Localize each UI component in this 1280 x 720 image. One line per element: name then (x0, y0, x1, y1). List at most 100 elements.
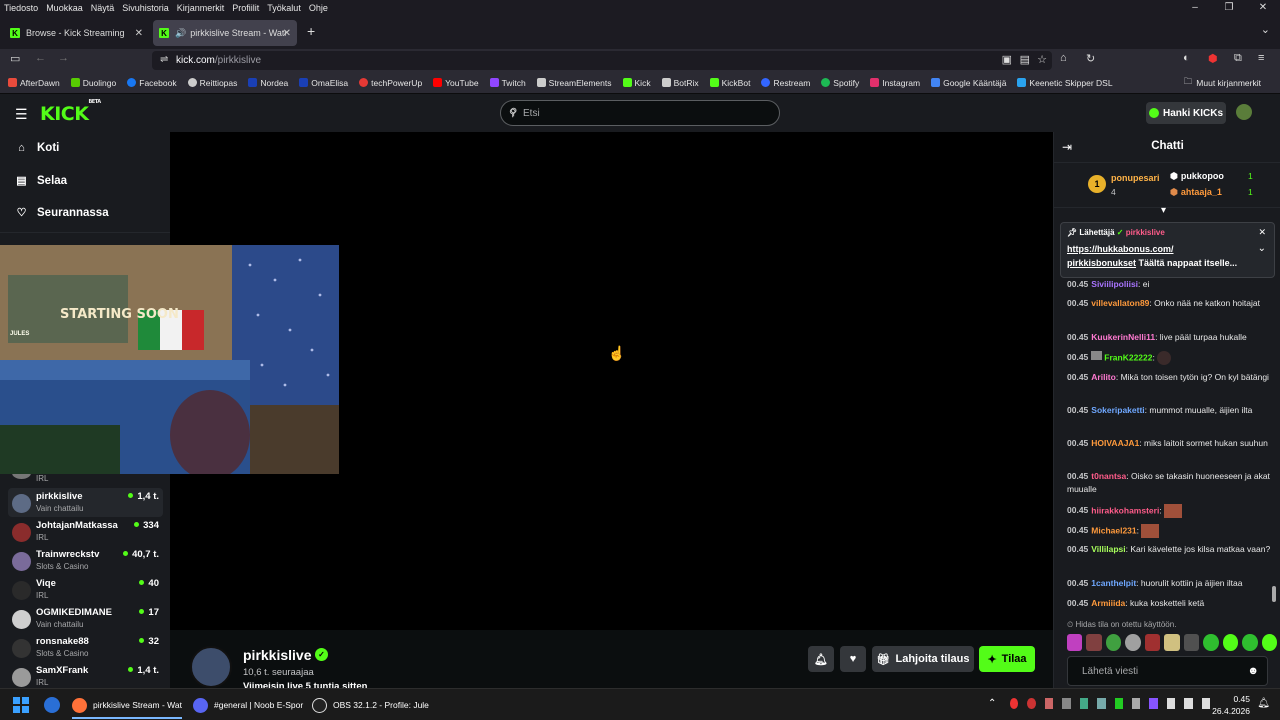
home-button-icon[interactable]: ⌂ (1060, 52, 1067, 64)
bookmark-item[interactable]: Instagram (870, 78, 920, 88)
leader-name[interactable]: ⬢ pukkopoo (1170, 171, 1224, 182)
bookmark-item[interactable]: AfterDawn (8, 78, 60, 88)
new-tab-icon[interactable]: + (307, 23, 315, 39)
bookmark-item[interactable]: Nordea (248, 78, 288, 88)
channel-name[interactable]: pirkkislive (243, 647, 312, 663)
bookmark-item[interactable]: StreamElements (536, 78, 612, 88)
channel-item[interactable]: SamXFrank IRL 1,4 t. (8, 662, 163, 688)
menu-item[interactable]: Ohje (309, 3, 328, 13)
tray-icon[interactable] (1079, 698, 1089, 709)
network-icon[interactable] (1166, 698, 1176, 709)
notifications-icon[interactable]: 🔔︎ (1257, 698, 1270, 709)
nav-following[interactable]: ♡ Seurannassa (15, 206, 109, 220)
emote-icon[interactable] (1144, 634, 1161, 651)
tray-icon[interactable] (1010, 698, 1019, 709)
reload-icon[interactable]: ↻ (1086, 52, 1095, 65)
chat-input[interactable]: Lähetä viesti ☻ (1067, 656, 1268, 686)
close-window-icon[interactable]: ✕ (1246, 0, 1280, 15)
channel-item-pirkkislive[interactable]: pirkkislive Vain chattailu 1,4 t. (8, 488, 163, 517)
emote-icon[interactable] (1067, 634, 1083, 651)
pinned-link[interactable]: https://hukkabonus.com/ (1067, 244, 1174, 254)
emoji-picker-icon[interactable]: ☻ (1247, 665, 1259, 677)
nav-browse[interactable]: ▤ Selaa (15, 174, 67, 188)
menu-item[interactable]: Kirjanmerkit (177, 3, 225, 13)
tray-icon[interactable] (1114, 698, 1123, 709)
channel-item[interactable]: Viqe IRL 40 (8, 575, 163, 604)
emote-icon[interactable] (1183, 634, 1200, 651)
speaker-icon[interactable]: 🔊 (175, 28, 186, 39)
menu-item[interactable]: Profiilit (232, 3, 259, 13)
leader-name[interactable]: ⬢ ahtaaja_1 (1170, 187, 1222, 198)
extensions-icon[interactable]: ⧉ (1234, 52, 1242, 65)
bookmark-item[interactable]: YouTube (433, 78, 479, 88)
notification-button[interactable]: 🔔︎ (808, 646, 834, 672)
expand-leaderboard-icon[interactable]: ▾ (1161, 205, 1166, 216)
tray-icon[interactable] (1149, 698, 1158, 709)
channel-item[interactable]: JohtajanMatkassa IRL 334 (8, 517, 163, 546)
battery-icon[interactable] (1201, 698, 1211, 709)
tray-icon[interactable] (1131, 698, 1141, 709)
app-menu-icon[interactable]: ≡ (1258, 52, 1264, 64)
site-info-icon[interactable]: ⇌ (160, 54, 168, 65)
nav-home[interactable]: ⌂ Koti (15, 142, 59, 154)
minimize-icon[interactable]: – (1178, 0, 1212, 15)
channel-item[interactable]: Trainwreckstv Slots & Casino 40,7 t. (8, 546, 163, 575)
bookmark-item[interactable]: OmaElisa (299, 78, 348, 88)
bookmark-item[interactable]: Twitch (489, 78, 526, 88)
picture-icon[interactable]: ▣ (1002, 53, 1012, 66)
url-bar[interactable]: ⇌ kick.com/pirkkislive ▣ ▤ ☆ (152, 51, 1052, 70)
emote-icon[interactable] (1105, 634, 1122, 651)
chat-scrollbar[interactable] (1272, 586, 1276, 602)
back-icon[interactable]: ← (35, 52, 46, 64)
emote-icon[interactable] (1261, 634, 1277, 651)
channel-avatar[interactable] (190, 646, 232, 688)
emote-icon[interactable] (1203, 634, 1219, 651)
bookmark-item[interactable]: Kick (622, 78, 651, 88)
menu-icon[interactable]: ☰ (15, 106, 28, 123)
user-avatar[interactable] (1236, 104, 1252, 120)
other-bookmarks[interactable]: 🗀 Muut kirjanmerkit (1184, 76, 1261, 90)
bookmark-item[interactable]: techPowerUp (359, 78, 422, 88)
forward-icon[interactable]: → (58, 52, 69, 64)
taskbar-discord[interactable]: #general | Noob E-Spor (193, 695, 303, 715)
reader-icon[interactable]: ▤ (1020, 53, 1030, 66)
bookmark-item[interactable]: Duolingo (70, 78, 116, 88)
kick-logo[interactable]: KICKBETA (40, 99, 101, 125)
search-input[interactable]: Etsi ⚲ (500, 100, 780, 126)
menu-item[interactable]: Tiedosto (4, 3, 38, 13)
bookmark-item[interactable]: Facebook (127, 78, 177, 88)
gift-sub-button[interactable]: 🎁︎ Lahjoita tilaus (872, 646, 974, 672)
unpin-icon[interactable]: ✕ (1258, 227, 1266, 238)
taskbar-obs[interactable]: OBS 32.1.2 - Profile: Jule (312, 695, 429, 715)
bookmark-item[interactable]: Reittiopas (187, 78, 237, 88)
emote-icon[interactable] (1086, 634, 1102, 651)
tray-icon[interactable] (1044, 698, 1054, 709)
edge-icon[interactable] (44, 697, 60, 713)
emote-icon[interactable] (1242, 634, 1258, 651)
subscribe-button[interactable]: ✦ Tilaa (979, 646, 1035, 672)
tab-browse-kick[interactable]: K Browse - Kick Streaming ✕ (4, 20, 149, 46)
emote-icon[interactable] (1222, 634, 1239, 651)
tray-icon[interactable] (1062, 698, 1071, 709)
bookmark-item[interactable]: Keenetic Skipper DSL (1017, 78, 1113, 88)
list-tabs-icon[interactable]: ⌄ (1261, 23, 1270, 36)
close-tab-icon[interactable]: ✕ (283, 28, 291, 39)
menu-item[interactable]: Muokkaa (46, 3, 83, 13)
restore-icon[interactable]: ❐ (1212, 0, 1246, 15)
bookmark-item[interactable]: Spotify (821, 78, 859, 88)
menu-item[interactable]: Näytä (91, 3, 115, 13)
bookmark-item[interactable]: BotRix (661, 78, 699, 88)
taskbar-firefox[interactable]: pirkkislive Stream - Wat (72, 695, 182, 715)
close-tab-icon[interactable]: ✕ (135, 28, 143, 39)
bookmark-item[interactable]: KickBot (709, 78, 750, 88)
tab-pirkkislive[interactable]: K 🔊 pirkkislive Stream - Watch L ✕ (153, 20, 297, 46)
clock[interactable]: 0.45 26.4.2026 (1212, 693, 1250, 717)
emote-icon[interactable] (1164, 634, 1180, 651)
volume-icon[interactable] (1184, 698, 1193, 709)
menu-item[interactable]: Työkalut (267, 3, 301, 13)
sidebar-toggle-icon[interactable]: ▭ (10, 52, 20, 65)
emote-icon[interactable] (1125, 634, 1141, 651)
profile-icon[interactable]: ◐ (1183, 52, 1190, 64)
bookmark-star-icon[interactable]: ☆ (1037, 53, 1047, 66)
windows-start-icon[interactable] (13, 697, 29, 713)
